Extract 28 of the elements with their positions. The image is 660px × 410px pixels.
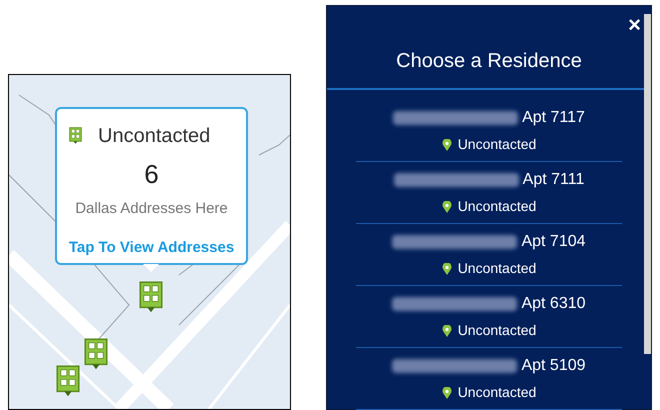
- apartment-number: Apt 5109: [521, 356, 586, 376]
- status-label: Uncontacted: [458, 321, 536, 340]
- status-label: Uncontacted: [458, 197, 536, 216]
- apartment-number: Apt 7111: [522, 170, 584, 190]
- residence-item[interactable]: Apt 7111 Uncontacted: [356, 162, 622, 224]
- popup-caption: Dallas Addresses Here: [75, 199, 228, 219]
- residence-item[interactable]: Apt 5109 Uncontacted: [356, 348, 622, 410]
- apartment-number: Apt 7117: [522, 108, 585, 128]
- residence-item[interactable]: Apt 6310 Uncontacted: [356, 286, 622, 348]
- building-pin-icon[interactable]: [56, 365, 80, 398]
- status-label: Uncontacted: [458, 135, 536, 154]
- building-pin-icon[interactable]: [69, 127, 82, 145]
- building-pin-icon[interactable]: [84, 338, 108, 370]
- location-pin-icon: [442, 200, 452, 212]
- apartment-number: Apt 7104: [521, 232, 586, 252]
- location-pin-icon: [442, 386, 452, 398]
- residence-item[interactable]: Apt 7104 Uncontacted: [356, 224, 622, 286]
- location-pin-icon: [442, 324, 452, 336]
- status-label: Uncontacted: [458, 383, 536, 402]
- building-pin-icon[interactable]: [139, 281, 163, 314]
- location-pin-icon: [442, 138, 452, 150]
- address-count: 6: [144, 158, 159, 191]
- location-pin-icon: [442, 262, 452, 274]
- status-label: Uncontacted: [458, 259, 536, 278]
- status-label: Uncontacted: [98, 124, 210, 149]
- close-button[interactable]: ×: [628, 14, 641, 36]
- apartment-number: Apt 6310: [521, 294, 586, 314]
- residence-item[interactable]: Apt 7117 Uncontacted: [356, 100, 622, 162]
